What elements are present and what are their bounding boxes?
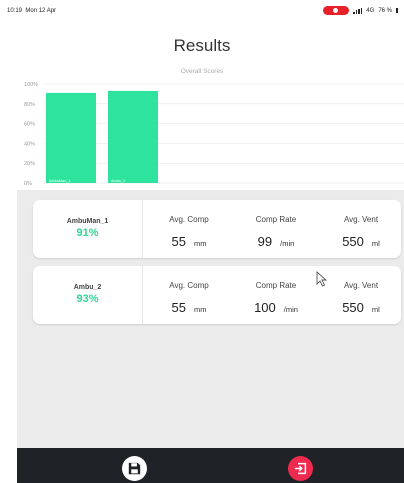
device-name: Ambu_2 — [73, 284, 102, 291]
x-tick-label: AmbuMan_1 — [49, 179, 71, 183]
y-tick-label: 40% — [24, 141, 35, 147]
card-name-column: AmbuMan_1 91% — [33, 200, 143, 258]
y-tick-label: 100% — [24, 82, 38, 88]
battery-icon — [396, 8, 398, 13]
mouse-cursor-icon — [316, 271, 328, 287]
metric-comp-rate: Comp Rate 99/min — [236, 200, 316, 258]
bar-AmbuMan_1 — [46, 92, 96, 183]
metric-label: Comp Rate — [255, 281, 297, 290]
results-panel: AmbuMan_1 91% Avg. Comp 55 mm Comp Rate 9… — [17, 190, 404, 448]
save-button[interactable] — [122, 456, 147, 481]
y-tick-label: 60% — [24, 122, 35, 128]
y-tick-label: 20% — [24, 161, 35, 167]
metric-unit: ml — [371, 305, 380, 314]
signal-icon — [353, 7, 363, 14]
y-tick-label: 80% — [24, 102, 35, 108]
status-bar: 10:19 Mon 12 Apr 4G 76 % — [0, 0, 404, 22]
chart-svg: 0% 20% 40% 60% 80% 100% AmbuMan_1 Ambu_2 — [24, 82, 404, 187]
metric-label: Avg. Vent — [343, 281, 379, 290]
metric-label: Avg. Comp — [169, 281, 209, 290]
exit-button[interactable] — [288, 456, 313, 481]
floppy-disk-icon — [128, 462, 141, 475]
device-name: AmbuMan_1 — [66, 218, 109, 225]
status-indicators: 4G 76 % — [323, 6, 398, 15]
metric-value: 550 — [342, 300, 364, 315]
metric-avg-comp: Avg. Comp 55 mm — [149, 266, 229, 324]
x-tick-label: Ambu_2 — [111, 179, 125, 183]
network-type: 4G — [366, 7, 375, 14]
metric-label: Comp Rate — [255, 215, 297, 224]
metric-comp-rate: Comp Rate 100/min — [236, 266, 316, 324]
card-name-column: Ambu_2 93% — [33, 266, 143, 324]
device-score: 91% — [76, 227, 99, 239]
metric-label: Avg. Vent — [343, 215, 379, 224]
scores-chart: Overall Scores 0% 20% 40% 60% 80% 100% AmbuMan… — [0, 66, 404, 190]
metric-value: 100 — [254, 300, 276, 315]
bar-Ambu_2 — [108, 90, 158, 183]
metric-avg-vent: Avg. Vent 550 ml — [321, 266, 401, 324]
metric-avg-comp: Avg. Comp 55 mm — [149, 200, 229, 258]
metric-avg-vent: Avg. Vent 550 ml — [321, 200, 401, 258]
metric-value: 55 — [171, 300, 186, 315]
metric-unit: mm — [193, 305, 207, 314]
page-title: Results — [173, 36, 231, 55]
device-score: 93% — [76, 293, 99, 305]
metric-value: 55 — [171, 234, 186, 249]
exit-icon — [294, 462, 307, 475]
status-time: 10:19 Mon 12 Apr — [7, 8, 57, 14]
y-tick-label: 0% — [24, 181, 32, 187]
bottom-toolbar — [17, 448, 404, 483]
metric-value: 99 — [257, 234, 273, 249]
metric-value: 550 — [342, 234, 364, 249]
metric-unit: mm — [193, 239, 207, 248]
screen-record-icon — [323, 6, 350, 15]
result-card[interactable]: AmbuMan_1 91% Avg. Comp 55 mm Comp Rate 9… — [33, 200, 401, 258]
battery-percent: 76 % — [378, 7, 392, 14]
metric-unit: /min — [283, 305, 298, 314]
metric-label: Avg. Comp — [169, 215, 209, 224]
metric-unit: /min — [280, 239, 295, 248]
result-card[interactable]: Ambu_2 93% Avg. Comp 55 mm Comp Rate 100/… — [33, 266, 401, 324]
metric-unit: ml — [371, 239, 380, 248]
